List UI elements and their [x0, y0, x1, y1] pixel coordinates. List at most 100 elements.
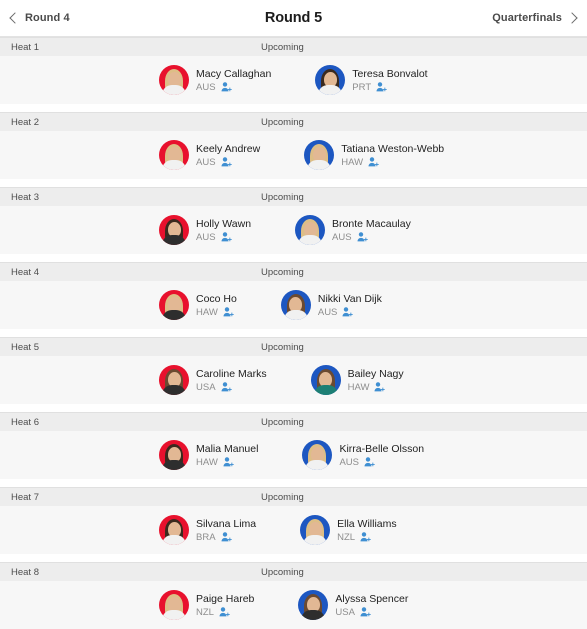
surfer-meta: Paige Hareb NZL [196, 593, 254, 618]
add-athlete-icon[interactable] [342, 307, 354, 317]
avatar [298, 590, 329, 620]
heat-status-badge: Upcoming [261, 491, 304, 503]
heat-block: Heat 1 Upcoming Macy Callaghan AUS Teresa Bo… [0, 37, 587, 104]
surfer-country-code: AUS [196, 81, 216, 93]
heat-body: Malia Manuel HAW Kirra-Belle Olsson AUS [0, 431, 587, 479]
surfer-name: Alyssa Spencer [335, 592, 409, 605]
surfer-meta: Tatiana Weston-Webb HAW [341, 143, 444, 168]
heat-header: Heat 2 Upcoming [0, 112, 587, 131]
avatar [159, 365, 189, 395]
avatar [302, 440, 333, 470]
heat-header: Heat 3 Upcoming [0, 187, 587, 206]
surfer-entry[interactable]: Tatiana Weston-Webb HAW [304, 140, 444, 170]
heat-block: Heat 4 Upcoming Coco Ho HAW Nikki Van Dijk AU… [0, 262, 587, 329]
surfer-subline: BRA [196, 532, 256, 543]
surfer-subline: USA [335, 607, 408, 618]
surfer-entry[interactable]: Paige Hareb NZL [159, 590, 254, 620]
surfer-subline: AUS [332, 232, 411, 243]
surfer-name: Bronte Macaulay [332, 217, 411, 230]
surfer-meta: Silvana Lima BRA [196, 518, 256, 543]
add-athlete-icon[interactable] [374, 382, 386, 392]
surfer-entry[interactable]: Teresa Bonvalot PRT [315, 65, 428, 95]
surfer-subline: AUS [339, 457, 424, 468]
heat-block: Heat 8 Upcoming Paige Hareb NZL Alyssa Spenc… [0, 562, 587, 629]
surfer-entry[interactable]: Bailey Nagy HAW [310, 365, 404, 395]
avatar [159, 65, 189, 95]
heat-header: Heat 1 Upcoming [0, 37, 587, 56]
surfer-entry[interactable]: Alyssa Spencer USA [298, 590, 408, 620]
heat-label: Heat 2 [11, 116, 39, 128]
surfer-meta: Malia Manuel HAW [196, 443, 258, 468]
surfer-country-code: AUS [317, 306, 338, 318]
surfer-country-code: NZL [196, 606, 214, 618]
add-athlete-icon[interactable] [223, 457, 234, 467]
heat-header: Heat 8 Upcoming [0, 562, 587, 581]
surfer-country-code: HAW [347, 381, 370, 393]
add-athlete-icon[interactable] [221, 82, 232, 92]
surfer-country-code: AUS [196, 156, 216, 168]
surfer-country-code: AUS [339, 456, 359, 468]
surfer-country-code: AUS [196, 231, 216, 243]
surfer-subline: AUS [318, 307, 382, 318]
avatar [159, 515, 189, 545]
heat-label: Heat 7 [11, 491, 39, 503]
surfer-name: Coco Ho [196, 292, 237, 305]
add-athlete-icon[interactable] [221, 382, 232, 392]
avatar [159, 140, 189, 170]
heat-status-badge: Upcoming [261, 266, 304, 278]
heat-label: Heat 3 [11, 191, 39, 203]
add-athlete-icon[interactable] [376, 82, 387, 92]
surfer-country-code: PRT [352, 81, 372, 93]
avatar [159, 590, 189, 620]
heat-block: Heat 2 Upcoming Keely Andrew AUS Tatiana Wes… [0, 112, 587, 179]
surfer-meta: Coco Ho HAW [196, 293, 237, 318]
chevron-right-icon [566, 12, 578, 24]
add-athlete-icon[interactable] [219, 607, 230, 617]
add-athlete-icon[interactable] [360, 532, 371, 542]
heat-list: Heat 1 Upcoming Macy Callaghan AUS Teresa Bo… [0, 37, 587, 629]
surfer-entry[interactable]: Holly Wawn AUS [159, 215, 251, 245]
avatar [304, 140, 335, 170]
heat-label: Heat 4 [11, 266, 39, 278]
heat-status-badge: Upcoming [261, 41, 304, 53]
heat-block: Heat 7 Upcoming Silvana Lima BRA Ella Willia… [0, 487, 587, 554]
surfer-subline: AUS [196, 232, 251, 243]
surfer-entry[interactable]: Coco Ho HAW [159, 290, 237, 320]
heat-status-badge: Upcoming [261, 416, 304, 428]
avatar [159, 290, 189, 320]
heat-body: Coco Ho HAW Nikki Van Dijk AUS [0, 281, 587, 329]
surfer-entry[interactable]: Caroline Marks USA [159, 365, 267, 395]
add-athlete-icon[interactable] [223, 307, 234, 317]
add-athlete-icon[interactable] [360, 607, 371, 617]
surfer-subline: HAW [196, 457, 258, 468]
heat-body: Silvana Lima BRA Ella Williams NZL [0, 506, 587, 554]
surfer-entry[interactable]: Silvana Lima BRA [159, 515, 256, 545]
surfer-entry[interactable]: Macy Callaghan AUS [159, 65, 271, 95]
add-athlete-icon[interactable] [221, 532, 232, 542]
heat-header: Heat 7 Upcoming [0, 487, 587, 506]
surfer-name: Macy Callaghan [196, 67, 272, 80]
add-athlete-icon[interactable] [221, 232, 232, 242]
add-athlete-icon[interactable] [364, 457, 375, 467]
surfer-country-code: HAW [196, 456, 218, 468]
surfer-entry[interactable]: Keely Andrew AUS [159, 140, 260, 170]
heat-body: Macy Callaghan AUS Teresa Bonvalot PRT [0, 56, 587, 104]
surfer-entry[interactable]: Nikki Van Dijk AUS [280, 290, 382, 320]
surfer-subline: HAW [196, 307, 237, 318]
avatar [159, 440, 189, 470]
surfer-entry[interactable]: Kirra-Belle Olsson AUS [302, 440, 424, 470]
surfer-meta: Caroline Marks USA [196, 368, 267, 393]
avatar [300, 515, 331, 545]
add-athlete-icon[interactable] [357, 232, 368, 242]
surfer-entry[interactable]: Bronte Macaulay AUS [295, 215, 411, 245]
surfer-country-code: USA [335, 606, 355, 618]
add-athlete-icon[interactable] [221, 157, 232, 167]
surfer-name: Malia Manuel [196, 442, 259, 455]
add-athlete-icon[interactable] [368, 157, 379, 167]
surfer-entry[interactable]: Malia Manuel HAW [159, 440, 258, 470]
next-round-button[interactable]: Quarterfinals [492, 12, 578, 24]
heat-header: Heat 6 Upcoming [0, 412, 587, 431]
surfer-entry[interactable]: Ella Williams NZL [300, 515, 397, 545]
surfer-country-code: HAW [196, 306, 218, 318]
surfer-meta: Nikki Van Dijk AUS [318, 293, 382, 318]
